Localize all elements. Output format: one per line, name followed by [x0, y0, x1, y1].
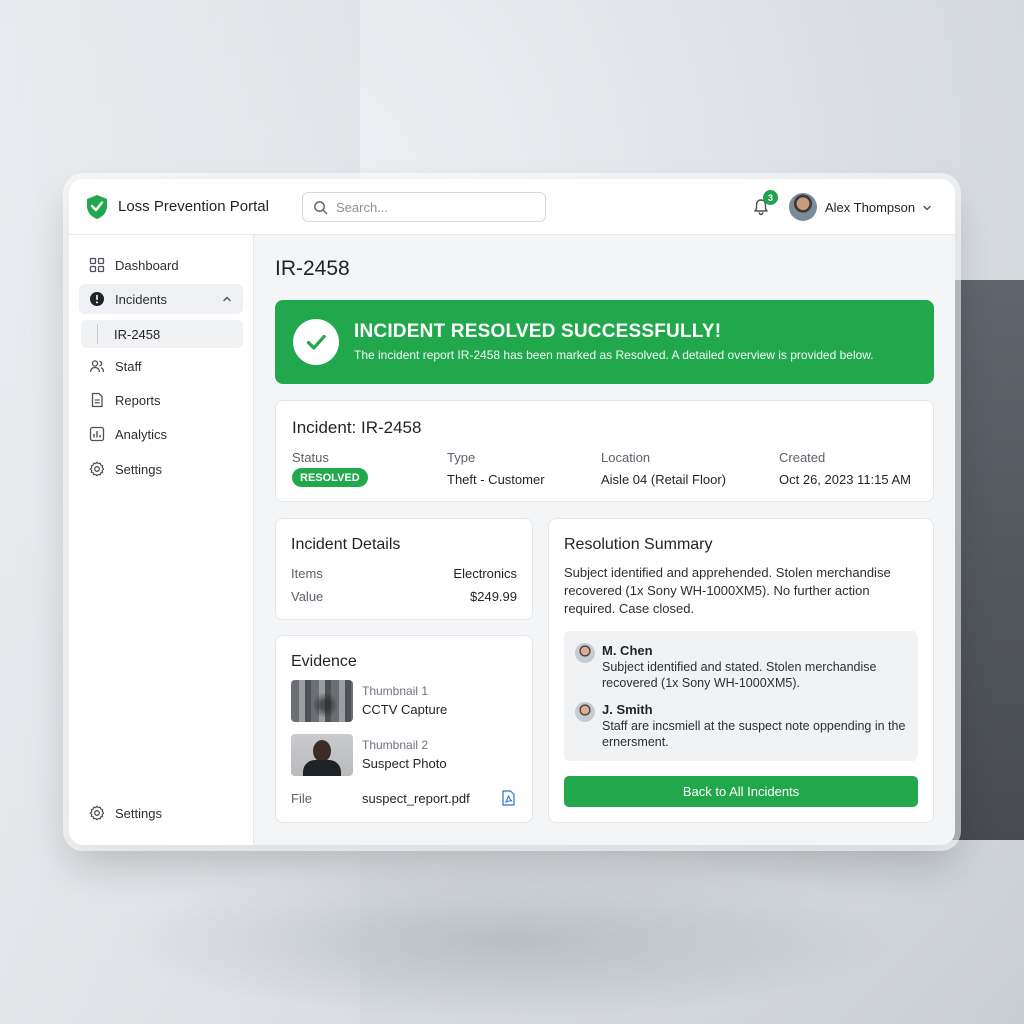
commenter-avatar	[575, 702, 595, 722]
pdf-file-icon[interactable]	[501, 790, 516, 806]
sidebar-item-settings[interactable]: Settings	[79, 454, 243, 484]
items-value: Electronics	[453, 566, 517, 581]
resolution-text: Subject identified and apprehended. Stol…	[564, 565, 891, 616]
file-name-link[interactable]: suspect_report.pdf	[362, 791, 470, 806]
sidebar-item-dashboard[interactable]: Dashboard	[79, 250, 243, 280]
status-badge: RESOLVED	[292, 468, 368, 487]
success-banner: INCIDENT RESOLVED SUCCESSFULLY! The inci…	[275, 300, 934, 384]
sidebar-item-label: Reports	[115, 392, 161, 408]
items-label: Items	[291, 566, 323, 581]
check-circle-icon	[293, 319, 339, 365]
sidebar-item-label: Staff	[115, 358, 142, 374]
shield-check-icon[interactable]	[85, 194, 109, 220]
banner-title: INCIDENT RESOLVED SUCCESSFULLY!	[354, 321, 722, 342]
sidebar-item-label: Settings	[115, 461, 162, 477]
location-label: Location	[601, 450, 651, 465]
sidebar-footer-settings[interactable]: Settings	[79, 798, 243, 828]
users-icon	[89, 360, 105, 373]
comment-text: Subject identified and stated. Stolen me…	[602, 660, 877, 690]
page-title: IR-2458	[275, 257, 350, 280]
value-value: $249.99	[470, 589, 517, 604]
status-label: Status	[292, 450, 329, 465]
app-window: Loss Prevention Portal 3 Alex Thompson	[69, 179, 955, 845]
sidebar-item-staff[interactable]: Staff	[79, 351, 243, 381]
sidebar-item-label: Analytics	[115, 426, 168, 442]
comment-author: J. Smith	[602, 702, 653, 717]
file-label: File	[291, 791, 312, 806]
comment-author: M. Chen	[602, 643, 653, 658]
sidebar-item-label: Incidents	[115, 291, 168, 307]
search-input[interactable]	[336, 199, 526, 215]
gear-icon	[89, 461, 105, 477]
incident-details-title: Incident Details	[291, 536, 401, 553]
value-label: Value	[291, 589, 324, 604]
thumbnail-2-label: Thumbnail 2	[362, 738, 429, 752]
type-value: Theft - Customer	[447, 472, 545, 487]
comment-text: Staff are incsmiell at the suspect note …	[602, 719, 906, 749]
sidebar-item-label: Settings	[115, 805, 162, 821]
thumbnail-1-label: Thumbnail 1	[362, 684, 429, 698]
comments-panel: M. Chen Subject identified and stated. S…	[564, 631, 918, 761]
created-value: Oct 26, 2023 11:15 AM	[779, 472, 912, 487]
sidebar: Dashboard Incidents IR-2458 Staff Report…	[69, 235, 254, 845]
evidence-title: Evidence	[291, 653, 357, 670]
location-value: Aisle 04 (Retail Floor)	[601, 472, 726, 487]
resolution-summary-title: Resolution Summary	[564, 536, 713, 553]
main-content: IR-2458 INCIDENT RESOLVED SUCCESSFULLY! …	[254, 235, 955, 845]
type-label: Type	[447, 450, 476, 465]
thumbnail-2-caption: Suspect Photo	[362, 756, 447, 771]
document-icon	[91, 392, 103, 408]
notification-badge: 3	[763, 190, 778, 205]
search-bar[interactable]	[302, 192, 546, 222]
incident-details-card: Incident Details Items Electronics Value…	[275, 518, 533, 620]
grid-icon	[89, 257, 105, 273]
chevron-up-icon[interactable]	[221, 293, 233, 305]
user-name[interactable]: Alex Thompson	[825, 200, 915, 215]
back-to-incidents-button[interactable]: Back to All Incidents	[564, 776, 918, 807]
suspect-photo-thumbnail[interactable]	[291, 734, 353, 776]
cctv-thumbnail[interactable]	[291, 680, 353, 722]
app-title: Loss Prevention Portal	[118, 198, 269, 215]
sidebar-subitem-ir-2458[interactable]: IR-2458	[81, 320, 243, 348]
user-avatar[interactable]	[789, 193, 817, 221]
sidebar-item-label: Dashboard	[115, 257, 179, 273]
top-bar: Loss Prevention Portal 3 Alex Thompson	[69, 179, 955, 235]
banner-subtitle: The incident report IR-2458 has been mar…	[354, 348, 874, 362]
gear-icon	[89, 805, 105, 821]
chevron-down-icon[interactable]	[921, 202, 933, 214]
commenter-avatar	[575, 643, 595, 663]
sidebar-item-incidents[interactable]: Incidents	[79, 284, 243, 314]
created-label: Created	[779, 450, 826, 465]
incident-summary-title: Incident: IR-2458	[292, 418, 422, 437]
incident-summary-card: Incident: IR-2458 Status RESOLVED Type T…	[275, 400, 934, 502]
search-icon	[314, 200, 328, 214]
sidebar-item-reports[interactable]: Reports	[79, 385, 243, 415]
alert-circle-icon	[90, 292, 104, 306]
evidence-card: Evidence Thumbnail 1 CCTV Capture Thumbn…	[275, 635, 533, 823]
resolution-summary-card: Resolution Summary Subject identified an…	[548, 518, 934, 823]
sidebar-item-analytics[interactable]: Analytics	[79, 419, 243, 449]
background-desk	[120, 860, 900, 1020]
thumbnail-1-caption: CCTV Capture	[362, 702, 448, 717]
bar-chart-icon	[89, 426, 105, 442]
